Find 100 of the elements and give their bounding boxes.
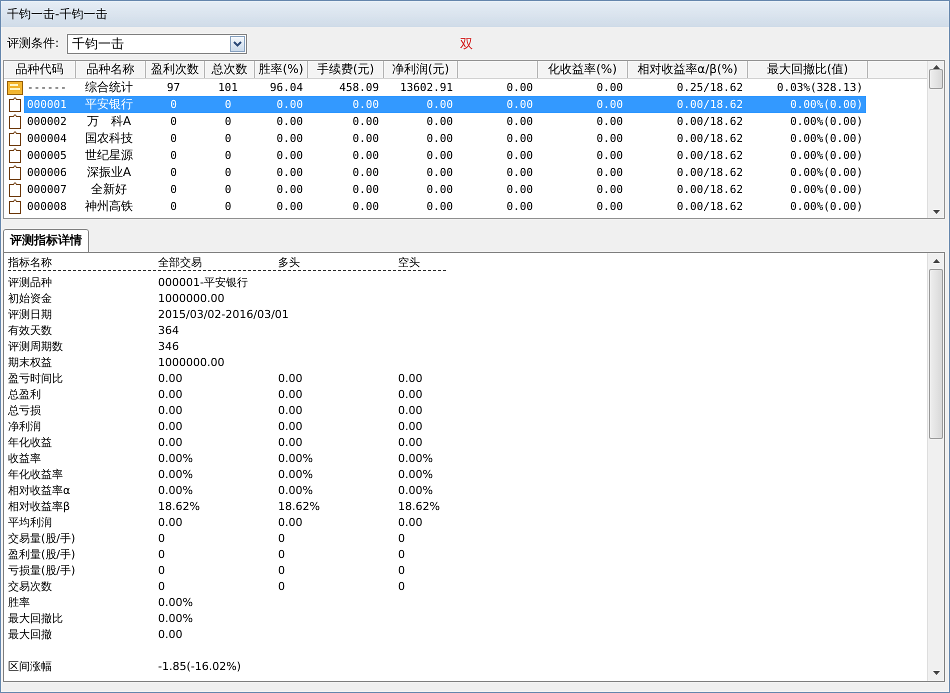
table-cell-text: 0.00%(0.00) — [789, 115, 864, 128]
criteria-label: 评测条件: — [7, 35, 60, 52]
metric-value: 0.00 — [278, 436, 304, 450]
column-header[interactable]: 最大回撤比(值) — [748, 61, 868, 78]
table-cell-text: 0.00 — [426, 132, 454, 145]
window-title: 千钧一击-千钧一击 — [7, 6, 108, 22]
column-header[interactable]: 净利润(元) — [384, 61, 458, 78]
table-cell-text: 0.00 — [596, 166, 624, 179]
table-cell-text: 0.00 — [276, 200, 304, 213]
metric-name: 最大回撤 — [8, 628, 53, 642]
metric-value: 0 — [158, 564, 166, 578]
scroll-down-icon — [932, 671, 940, 675]
metric-value: 000001-平安银行 — [158, 276, 249, 290]
table-cell-text: 0.00 — [276, 149, 304, 162]
table-row[interactable]: ------ 综合统计 97 101 96.04 458.09 13602.91 0.00 0.00 0.25/18.62 0.03%(328.13) — [24, 79, 866, 96]
metric-name: 年化收益率 — [8, 468, 64, 482]
table-cell-text: 0 — [224, 115, 232, 128]
table-cell-text: 0.00/18.62 — [676, 149, 744, 162]
metric-name: 净利润 — [8, 420, 42, 434]
table-cell-text: 0.00 — [506, 183, 534, 196]
column-header[interactable]: 胜率(%) — [255, 61, 308, 78]
metric-value: 0 — [398, 548, 406, 562]
metric-name: 评测日期 — [8, 308, 53, 322]
column-header[interactable]: 化收益率(%) — [538, 61, 628, 78]
metric-value: 0.00% — [398, 468, 434, 482]
table-cell-text: 0 — [169, 149, 178, 162]
table-cell-text: 0 — [224, 166, 232, 179]
table-cell-text: 0.00/18.62 — [676, 200, 744, 213]
metric-value: 0 — [278, 548, 286, 562]
metric-value: 2015/03/02-2016/03/01 — [158, 308, 289, 322]
table-row[interactable]: 000007 全新好 0 0 0.00 0.00 0.00 0.00 0.00 0.00/18.62 0.00%(0.00) — [24, 181, 866, 198]
table-cell-text: 0.00 — [506, 200, 534, 213]
table-cell-text: 0.00 — [426, 149, 454, 162]
table-cell-text: 000005 — [26, 149, 68, 162]
metric-value: 346 — [158, 340, 180, 354]
metric-value: 0.00% — [158, 484, 194, 498]
metric-value: 0.00 — [398, 372, 424, 386]
table-cell-text: ------ — [26, 81, 68, 94]
table-cell-text: 0.00/18.62 — [676, 166, 744, 179]
metric-value: 0 — [278, 564, 286, 578]
metric-name: 胜率 — [8, 596, 31, 610]
metric-value: 0.00% — [158, 596, 194, 610]
column-header: 指标名称 — [8, 256, 53, 270]
metric-name: 平均利润 — [8, 516, 53, 530]
table-cell-text: 0.00 — [426, 166, 454, 179]
column-header[interactable]: 手续费(元) — [308, 61, 384, 78]
table-cell-text: 0.00 — [352, 183, 380, 196]
scroll-thumb[interactable] — [929, 69, 943, 89]
metric-name: 相对收益率β — [8, 500, 72, 514]
metric-value: 0.00 — [398, 388, 424, 402]
table-cell-text: 97 — [166, 81, 182, 94]
column-header[interactable]: 相对收益率α/β(%) — [628, 61, 748, 78]
metric-name: 收益率 — [8, 452, 42, 466]
metric-value: 1000000.00 — [158, 356, 226, 370]
table-cell-text: 0.00 — [352, 149, 380, 162]
criteria-dropdown[interactable]: 千钧一击 — [67, 34, 248, 54]
table-cell-text: 全新好 — [90, 181, 128, 198]
metric-value: 0 — [158, 580, 166, 594]
table-cell-text: 0 — [224, 149, 232, 162]
metric-name: 评测周期数 — [8, 340, 64, 354]
table-row[interactable]: 000008 神州高铁 0 0 0.00 0.00 0.00 0.00 0.00 0.00/18.62 0.00%(0.00) — [24, 198, 866, 215]
scroll-thumb[interactable] — [929, 269, 943, 439]
table-cell-text: 0.00 — [596, 149, 624, 162]
table-row[interactable]: 000005 世纪星源 0 0 0.00 0.00 0.00 0.00 0.00 0.00/18.62 0.00%(0.00) — [24, 147, 866, 164]
column-header[interactable]: 品种代码 — [4, 61, 76, 78]
table-cell-text: 0.00/18.62 — [676, 115, 744, 128]
metric-value: 0.00 — [158, 372, 184, 386]
table-row[interactable]: 000002 万 科A 0 0 0.00 0.00 0.00 0.00 0.00 0.00/18.62 0.00%(0.00) — [24, 113, 866, 130]
metric-name: 区间涨幅 — [8, 660, 53, 674]
table-cell-text: 0.00 — [596, 183, 624, 196]
scrollbar[interactable] — [927, 61, 944, 218]
scroll-down-icon — [932, 210, 940, 214]
metric-value: 0 — [398, 580, 406, 594]
table-cell-text: 0.00 — [426, 200, 454, 213]
column-header[interactable]: 总次数 — [205, 61, 255, 78]
metric-value: 0 — [278, 532, 286, 546]
table-cell-text: 0.00 — [352, 132, 380, 145]
column-header[interactable]: 盈利次数 — [146, 61, 205, 78]
table-cell-text: 0.00%(0.00) — [789, 132, 864, 145]
table-cell-text: 0.00/18.62 — [676, 183, 744, 196]
metric-value: 0.00 — [278, 404, 304, 418]
metric-value: 0.00 — [278, 420, 304, 434]
table-cell-text: 0.00 — [276, 115, 304, 128]
table-row[interactable]: 000006 深振业A 0 0 0.00 0.00 0.00 0.00 0.00 0.00/18.62 0.00%(0.00) — [24, 164, 866, 181]
table-cell-text: 000007 — [26, 183, 68, 196]
metric-value: 0.00 — [278, 372, 304, 386]
table-cell-text: 0.00 — [276, 98, 304, 111]
caret-icon — [233, 40, 242, 46]
table-row[interactable]: 000004 国农科技 0 0 0.00 0.00 0.00 0.00 0.00 0.00/18.62 0.00%(0.00) — [24, 130, 866, 147]
table-cell-text: 0.00 — [276, 132, 304, 145]
scrollbar[interactable] — [927, 253, 944, 681]
document-icon — [8, 131, 22, 146]
table-cell-text: 000004 — [26, 132, 68, 145]
metric-value: 18.62% — [278, 500, 321, 514]
metric-value: 0.00 — [158, 404, 184, 418]
column-header[interactable]: 品种名称 — [76, 61, 146, 78]
details-tab[interactable]: 评测指标详情 — [3, 229, 89, 252]
metric-value: 0 — [158, 548, 166, 562]
metric-value: 0.00% — [398, 452, 434, 466]
metric-value: 0.00 — [158, 628, 184, 642]
